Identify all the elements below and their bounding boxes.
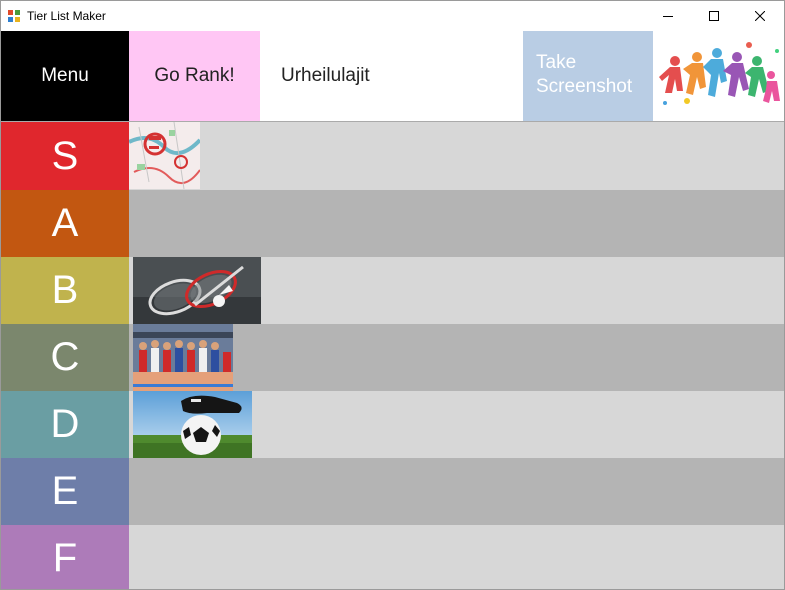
tier-s: S (1, 122, 784, 190)
tier-e: E (1, 458, 784, 525)
orienteering-map-image[interactable] (129, 122, 200, 189)
tier-label-c[interactable]: C (1, 324, 129, 391)
tier-b: B (1, 257, 784, 324)
soccer-ball-image[interactable] (133, 391, 252, 458)
tier-d: D (1, 391, 784, 458)
window-title: Tier List Maker (27, 9, 106, 23)
toolbar: Menu Go Rank! Urheilulajit Take Screensh… (1, 31, 784, 122)
screenshot-label-line1: Take (536, 52, 577, 73)
tier-label-e[interactable]: E (1, 458, 129, 525)
tier-row-s[interactable] (129, 122, 784, 190)
menu-button[interactable]: Menu (1, 31, 129, 121)
tier-c: C (1, 324, 784, 391)
title-bar: Tier List Maker (1, 1, 784, 31)
tier-list: S A B C D E F (1, 122, 784, 589)
tier-a: A (1, 190, 784, 257)
take-screenshot-button[interactable]: Take Screenshot (523, 31, 653, 121)
close-button[interactable] (737, 1, 783, 31)
go-rank-button[interactable]: Go Rank! (129, 31, 260, 121)
list-title: Urheilulajit (281, 65, 370, 86)
close-icon (755, 11, 765, 21)
tier-row-e[interactable] (129, 458, 784, 525)
volleyball-team-image[interactable] (133, 324, 233, 391)
sports-silhouettes-image (653, 31, 784, 121)
tier-label-s[interactable]: S (1, 122, 129, 190)
tier-row-a[interactable] (129, 190, 784, 257)
maximize-icon (709, 11, 719, 21)
tier-row-d[interactable] (129, 391, 784, 458)
tier-label-b[interactable]: B (1, 257, 129, 324)
screenshot-label-line2: Screenshot (536, 76, 633, 97)
tier-label-f[interactable]: F (1, 525, 129, 589)
tier-row-b[interactable] (129, 257, 784, 324)
tier-row-f[interactable] (129, 525, 784, 589)
tier-list-window: Tier List Maker Menu Go Rank! Urheilulaj… (0, 0, 785, 590)
tier-f: F (1, 525, 784, 589)
tier-list-app-icon (8, 10, 21, 23)
badminton-racket-image[interactable] (133, 257, 261, 324)
maximize-button[interactable] (691, 1, 737, 31)
minimize-icon (663, 16, 673, 17)
tier-label-d[interactable]: D (1, 391, 129, 458)
minimize-button[interactable] (645, 1, 691, 31)
tier-label-a[interactable]: A (1, 190, 129, 257)
tier-row-c[interactable] (129, 324, 784, 391)
